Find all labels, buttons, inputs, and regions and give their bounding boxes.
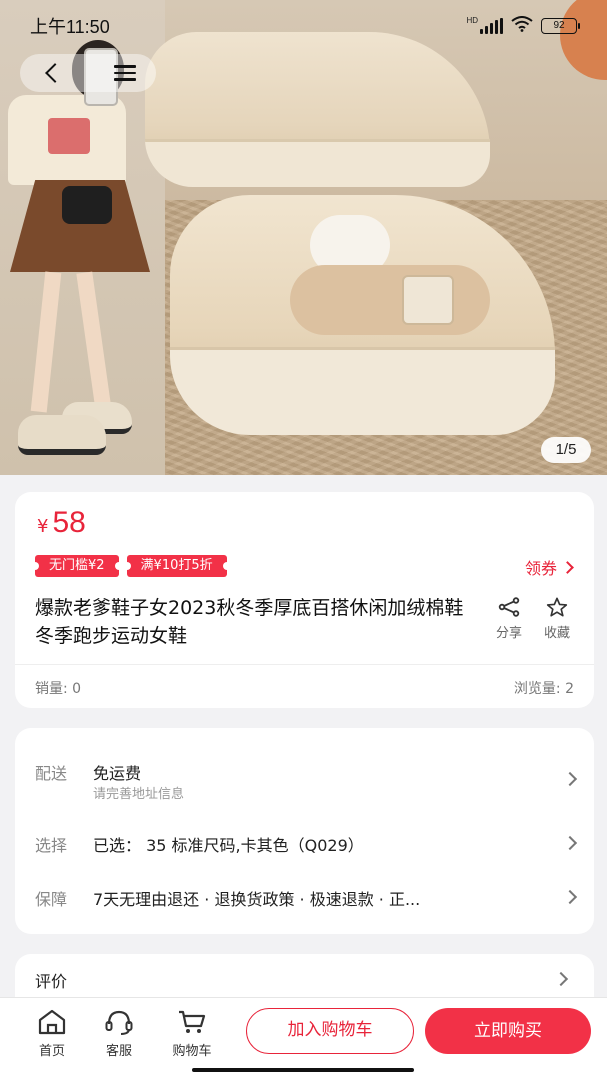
view-count: 浏览量: 2 [513,681,574,697]
get-coupon-button[interactable]: 领券 [524,555,574,579]
headset-icon [91,1008,147,1036]
hd-label: HD [466,16,478,25]
price-value: 58 [52,506,86,539]
share-label: 分享 [495,626,522,641]
guarantee-row[interactable]: 保障 7天无理由退还 · 退换货政策 · 极速退款 · 正... [35,886,578,910]
chevron-right-icon [561,560,574,574]
product-summary-card: ¥ 58 无门槛¥2 满¥10打5折 领券 爆款老爹鞋子女2023秋冬季厚底百搭… [15,492,594,708]
favorite-label: 收藏 [543,626,570,641]
home-indicator [192,1068,414,1072]
chevron-right-icon [553,971,569,987]
tab-service-label: 客服 [105,1044,132,1059]
nav-pill [20,54,156,92]
review-label: 评价 [35,972,68,991]
coupon-list: 无门槛¥2 满¥10打5折 [31,555,231,577]
chevron-right-icon [562,771,578,787]
star-icon [537,596,577,618]
tab-home[interactable]: 首页 [24,1008,80,1059]
tab-cart[interactable]: 购物车 [164,1008,220,1059]
gallery-page-indicator: 1/5 [541,437,591,463]
delivery-row[interactable]: 配送 免运费 请完善地址信息 [35,758,578,804]
sneaker-image-front [170,195,555,435]
buy-now-button[interactable]: 立即购买 [425,1008,591,1054]
menu-icon[interactable] [114,65,136,81]
tab-customer-service[interactable]: 客服 [91,1008,147,1059]
status-bar: 上午11:50 HD 92 [0,0,607,52]
chevron-right-icon [562,835,578,851]
cart-icon [164,1008,220,1036]
select-value: 已选： 35 标准尺码,卡其色（Q029） [93,836,364,855]
bottom-action-bar: 首页 客服 购物车 加入购物车 立即购买 [0,997,607,1080]
wifi-icon [511,16,533,36]
share-button[interactable]: 分享 [489,596,529,641]
add-to-cart-button[interactable]: 加入购物车 [246,1008,414,1054]
share-icon [489,596,529,618]
select-row[interactable]: 选择 已选： 35 标准尺码,卡其色（Q029） [35,832,578,856]
status-time: 上午11:50 [30,17,110,37]
status-icons: HD 92 [466,16,580,36]
tab-cart-label: 购物车 [172,1044,212,1059]
back-icon[interactable] [45,63,65,83]
sneaker-image-back [145,32,490,187]
select-label: 选择 [35,836,68,855]
coupon-badge: 无门槛¥2 [31,555,123,577]
home-icon [24,1008,80,1036]
product-info-card: 配送 免运费 请完善地址信息 选择 已选： 35 标准尺码,卡其色（Q029） … [15,728,594,934]
guarantee-label: 保障 [35,890,68,909]
battery-icon: 92 [541,18,580,34]
coupon-badge: 满¥10打5折 [122,555,231,577]
sales-count: 销量: 0 [35,681,82,697]
guarantee-value: 7天无理由退还 · 退换货政策 · 极速退款 · 正... [93,890,421,909]
chevron-right-icon [562,889,578,905]
tab-home-label: 首页 [38,1044,65,1059]
delivery-label: 配送 [35,764,68,783]
product-title: 爆款老爹鞋子女2023秋冬季厚底百搭休闲加绒棉鞋冬季跑步运动女鞋 [35,597,464,647]
delivery-value: 免运费 [93,764,142,783]
currency-symbol: ¥ [37,516,49,537]
divider [15,664,594,665]
delivery-address-hint: 请完善地址信息 [93,787,185,802]
signal-icon [480,18,503,34]
price: ¥ 58 [37,506,86,540]
favorite-button[interactable]: 收藏 [537,596,577,641]
get-coupon-label: 领券 [524,559,557,578]
